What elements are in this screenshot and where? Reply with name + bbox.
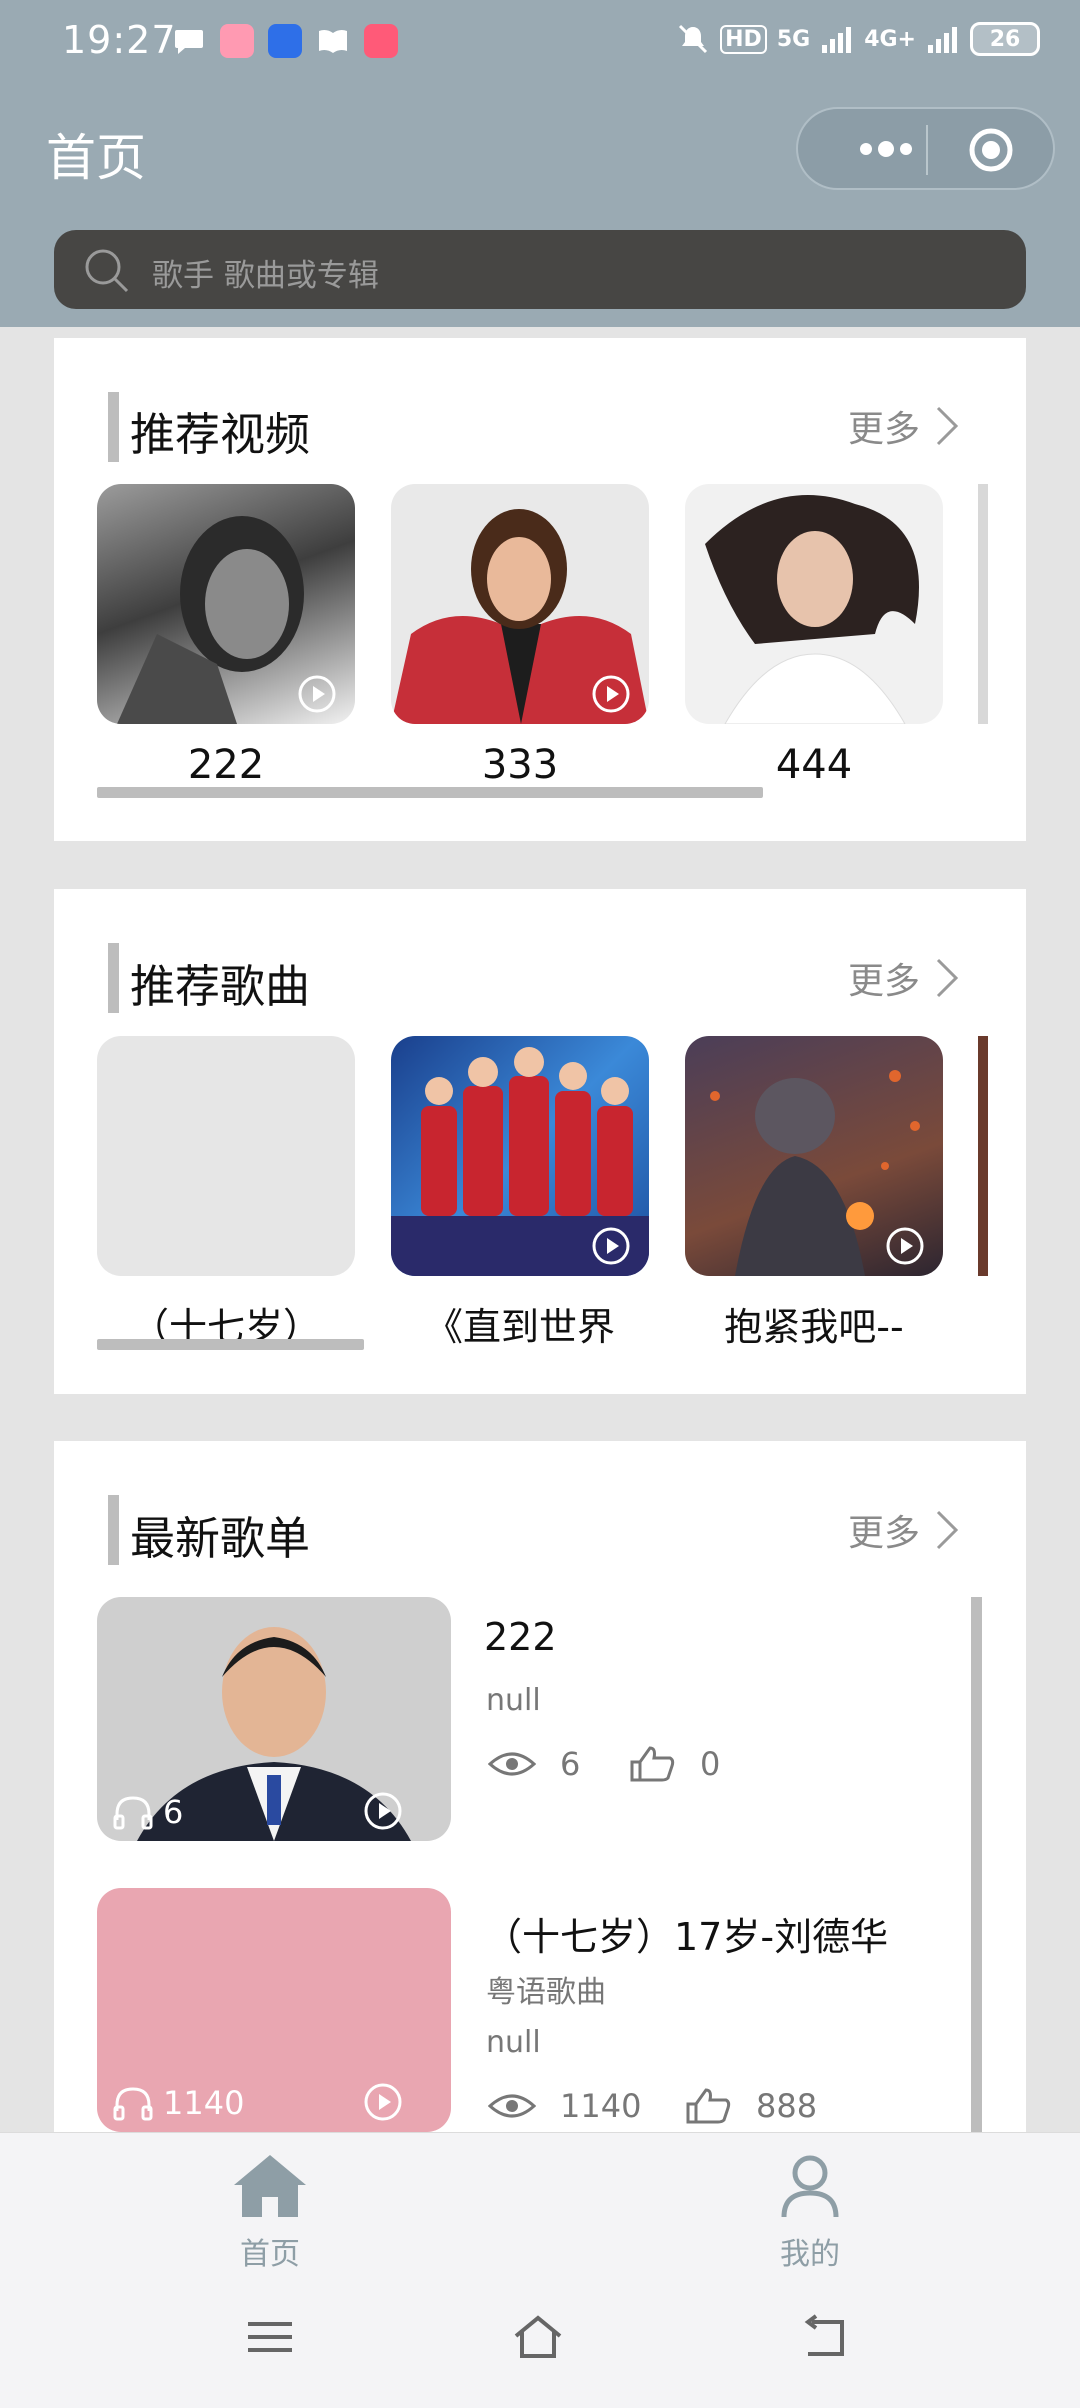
songs-more-link[interactable]: 更多: [848, 952, 960, 1004]
battery-indicator: 26: [970, 22, 1040, 56]
4g-label: 4G+: [864, 26, 916, 52]
signal-icon: [822, 27, 852, 53]
video-thumb-3[interactable]: [685, 484, 943, 724]
song-label-3: 抱紧我吧--: [724, 1305, 904, 1349]
section-marker: [108, 392, 119, 462]
search-bar[interactable]: 歌手 歌曲或专辑: [54, 230, 1026, 309]
section-marker: [108, 943, 119, 1013]
playlist-title-1[interactable]: 222: [484, 1615, 557, 1659]
search-placeholder: 歌手 歌曲或专辑: [152, 258, 379, 294]
videos-scrollbar[interactable]: [97, 787, 763, 798]
playlist-stats-2: 1140 888: [488, 2087, 817, 2125]
mini-program-capsule: [796, 107, 1055, 190]
book-icon: [316, 24, 350, 58]
play-count: 6: [113, 1793, 183, 1831]
song-thumb-3[interactable]: [685, 1036, 943, 1276]
video-label-2: 333: [481, 742, 559, 788]
headphones-icon: [113, 2087, 153, 2121]
tab-home[interactable]: 首页: [170, 2151, 370, 2273]
user-icon: [781, 2155, 839, 2218]
signal-icon-2: [928, 27, 957, 53]
system-nav-bar: [0, 2272, 1080, 2408]
tab-mine[interactable]: 我的: [710, 2151, 910, 2273]
play-icon: [364, 1792, 402, 1830]
status-bar: 19:27 HD 5G 4G+ 26: [0, 0, 1080, 84]
views-count: 1140: [560, 2087, 642, 2125]
play-icon: [886, 1227, 924, 1265]
portrait-image: [705, 495, 919, 724]
home-outline-icon[interactable]: [512, 2312, 564, 2362]
video-thumb-2[interactable]: [391, 484, 649, 724]
videos-more-link[interactable]: 更多: [848, 400, 960, 452]
songs-scrollbar[interactable]: [97, 1339, 364, 1350]
status-indicators: HD 5G 4G+ 26: [676, 22, 1040, 56]
page-title: 首页: [46, 129, 146, 187]
browser-notify-icon: [268, 24, 302, 58]
play-icon: [364, 2083, 402, 2121]
playlist-desc-1: null: [486, 1683, 541, 1718]
video-thumb-1[interactable]: [97, 484, 355, 724]
bottom-tab-bar: 首页 我的: [0, 2132, 1080, 2272]
thumbs-up-icon: [686, 2088, 731, 2124]
app-header: 19:27 HD 5G 4G+ 26 首页 歌手 歌曲或专辑: [0, 0, 1080, 327]
section-marker: [108, 1495, 119, 1565]
song-thumb-peek: [978, 1036, 988, 1276]
eye-icon: [488, 1752, 536, 1776]
views-count: 6: [560, 1745, 581, 1783]
more-label: 更多: [848, 1513, 921, 1554]
5g-label: 5G: [776, 26, 811, 52]
play-count: 1140: [113, 2084, 244, 2122]
more-dots-icon[interactable]: [834, 131, 934, 167]
tab-mine-label: 我的: [780, 2237, 840, 2272]
playlist-cover-2[interactable]: 1140: [97, 1888, 451, 2132]
video-label-3: 444: [775, 742, 853, 788]
chevron-right-icon: [936, 406, 959, 446]
eye-icon: [488, 2094, 536, 2118]
play-count-value: 6: [163, 1793, 184, 1831]
playlist-cover-1[interactable]: 6: [97, 1597, 451, 1841]
target-icon[interactable]: [968, 127, 1014, 173]
capsule-divider: [926, 125, 928, 175]
playlist-stats-1: 6 0: [488, 1745, 720, 1783]
song-thumb-2[interactable]: [391, 1036, 649, 1276]
app-notify-icon: [220, 24, 254, 58]
chevron-right-icon: [936, 958, 959, 998]
notification-icons: [172, 24, 398, 58]
more-label: 更多: [848, 409, 921, 450]
video-thumb-peek: [978, 484, 988, 724]
playlist-title-2[interactable]: （十七岁）17岁-刘德华: [484, 1906, 888, 1961]
thumbs-up-icon: [630, 1746, 675, 1782]
chevron-right-icon: [936, 1510, 959, 1550]
play-icon: [298, 675, 336, 713]
status-time: 19:27: [62, 18, 177, 62]
menu-icon[interactable]: [244, 2312, 296, 2362]
chat-icon: [172, 24, 206, 58]
play-icon: [592, 675, 630, 713]
tab-home-label: 首页: [240, 2237, 300, 2272]
app-badge-icon: [364, 24, 398, 58]
songs-title: 推荐歌曲: [130, 960, 311, 1013]
song-thumb-1[interactable]: [97, 1036, 355, 1276]
back-icon[interactable]: [798, 2312, 850, 2362]
playlists-more-link[interactable]: 更多: [848, 1504, 960, 1556]
home-icon: [234, 2155, 306, 2217]
mute-icon: [679, 24, 708, 54]
playlist-desc-2: null: [486, 2025, 541, 2060]
play-icon: [592, 1227, 630, 1265]
hd-label: HD: [720, 24, 767, 54]
playlists-title: 最新歌单: [130, 1512, 311, 1565]
search-icon: [85, 249, 129, 293]
videos-title: 推荐视频: [130, 408, 311, 461]
likes-count: 888: [756, 2087, 818, 2125]
more-label: 更多: [848, 961, 921, 1002]
playlists-scrollbar[interactable]: [971, 1597, 982, 2132]
video-label-1: 222: [187, 742, 265, 788]
playlist-subtitle-2: 粤语歌曲: [486, 1975, 606, 2010]
likes-count: 0: [700, 1745, 721, 1783]
play-count-value: 1140: [163, 2084, 245, 2122]
song-label-2: 《直到世界: [424, 1305, 615, 1349]
headphones-icon: [113, 1796, 153, 1830]
